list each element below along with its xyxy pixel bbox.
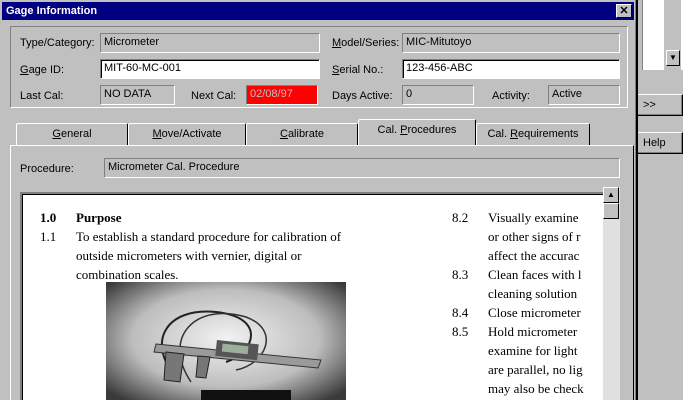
document-line: 8.3 Clean faces with l <box>452 267 582 282</box>
document-line: affect the accurac <box>488 248 580 263</box>
help-button[interactable]: Help <box>636 132 683 154</box>
document-line: may also be check <box>488 381 584 396</box>
tab-cal-procedures[interactable]: Cal. Procedures <box>358 119 476 145</box>
last-cal-field: NO DATA <box>100 85 175 105</box>
document-line: examine for light <box>488 343 578 358</box>
activity-field: Active <box>548 85 620 105</box>
serial-no-input[interactable]: 123-456-ABC <box>402 59 620 79</box>
scroll-up-icon[interactable]: ▲ <box>603 187 619 203</box>
document-line: 8.5 Hold micrometer <box>452 324 578 339</box>
tab-calibrate[interactable]: Calibrate <box>246 123 358 145</box>
tab-general[interactable]: General <box>16 123 128 145</box>
document-scrollbar[interactable]: ▲ <box>603 187 620 400</box>
gage-information-dialog: Gage Information ✕ Type/Category: Microm… <box>0 0 638 400</box>
scroll-thumb[interactable] <box>603 203 619 219</box>
document-line: outside micrometers with vernier, digita… <box>76 248 302 263</box>
document-line: cleaning solution <box>488 286 578 301</box>
model-series-field: MIC-Mitutoyo <box>402 33 620 53</box>
days-active-label: Days Active: <box>332 90 393 102</box>
document-line: are parallel, no lig <box>488 362 583 377</box>
tab-move-activate[interactable]: Move/Activate <box>128 123 246 145</box>
document-right-column: 8.2 Visually examine or other signs of r … <box>452 208 584 398</box>
title-bar: Gage Information ✕ <box>2 2 634 20</box>
days-active-field: 0 <box>402 85 474 105</box>
serial-no-label: Serial No.: <box>332 64 384 76</box>
scroll-down-icon[interactable]: ▼ <box>666 50 680 66</box>
document-left-column: 1.0 Purpose 1.1 To establish a standard pr… <box>40 208 341 284</box>
model-series-label: Model/Series: <box>332 37 400 49</box>
last-cal-label: Last Cal: <box>20 90 64 102</box>
background-scrollbar[interactable]: ▼ <box>663 0 681 70</box>
gage-id-input[interactable]: MIT-60-MC-001 <box>100 59 320 79</box>
tab-cal-requirements[interactable]: Cal. Requirements <box>476 123 590 145</box>
document-line: 8.2 Visually examine <box>452 210 579 225</box>
gage-id-label: Gage ID: <box>20 64 65 76</box>
next-cal-field: 02/08/97 <box>246 85 318 105</box>
procedure-label: Procedure: <box>20 163 74 175</box>
document-line: or other signs of r <box>488 229 581 244</box>
micrometer-photo <box>106 282 346 400</box>
document-line: 8.4 Close micrometer <box>452 305 581 320</box>
procedure-document[interactable]: 1.0 Purpose 1.1 To establish a standard pr… <box>20 192 620 400</box>
section-heading: 1.0 Purpose <box>40 210 122 225</box>
activity-label: Activity: <box>492 90 530 102</box>
type-category-field: Micrometer <box>100 33 320 53</box>
type-category-label: Type/Category: <box>20 37 95 49</box>
procedure-field: Micrometer Cal. Procedure <box>104 158 620 178</box>
next-cal-label: Next Cal: <box>191 90 237 102</box>
document-line: 1.1 To establish a standard procedure for… <box>40 229 342 244</box>
next-button[interactable]: >> <box>636 94 683 116</box>
window-title: Gage Information <box>6 5 98 17</box>
close-icon[interactable]: ✕ <box>616 4 632 18</box>
